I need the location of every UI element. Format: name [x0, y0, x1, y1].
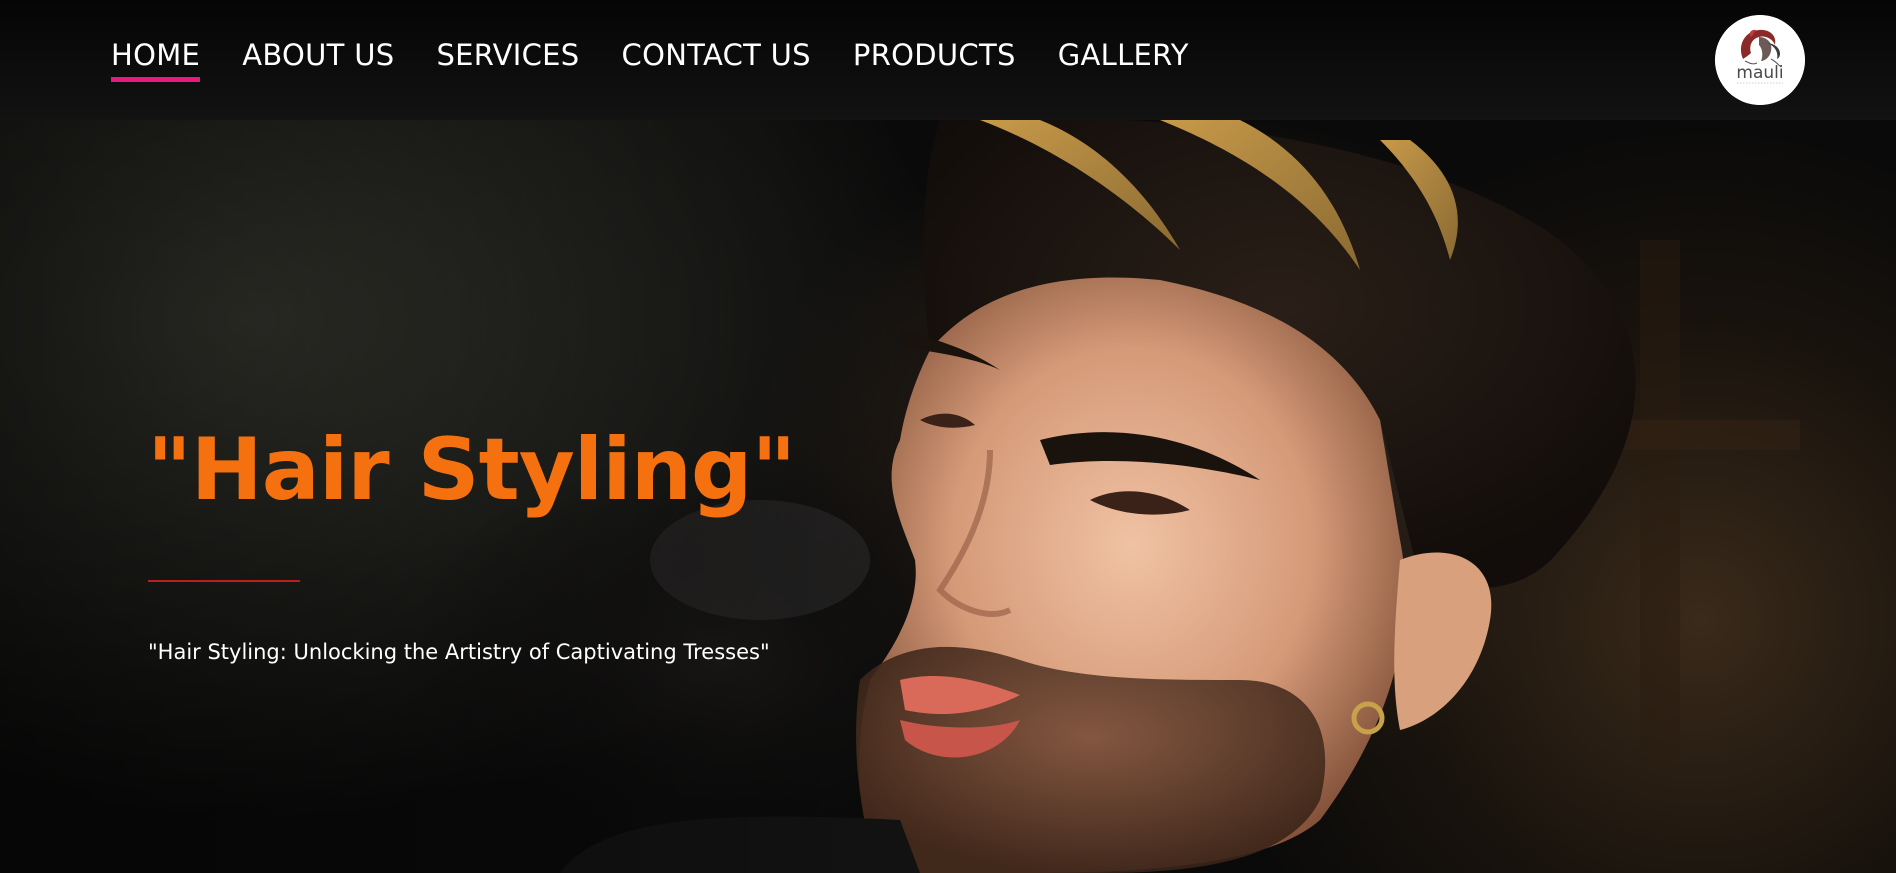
- hero-subtitle: "Hair Styling: Unlocking the Artistry of…: [148, 640, 770, 664]
- hero-title: "Hair Styling": [147, 420, 796, 520]
- hero-section: "Hair Styling" "Hair Styling: Unlocking …: [0, 120, 1896, 873]
- brand-logo[interactable]: mauli: [1715, 15, 1805, 105]
- top-navbar: HOME ABOUT US SERVICES CONTACT US PRODUC…: [0, 0, 1896, 120]
- nav-item-products[interactable]: PRODUCTS: [853, 38, 1016, 82]
- salon-logo-icon: mauli: [1715, 15, 1805, 105]
- page: HOME ABOUT US SERVICES CONTACT US PRODUC…: [0, 0, 1896, 873]
- logo-text: mauli: [1736, 63, 1783, 83]
- nav-item-about-us[interactable]: ABOUT US: [242, 38, 394, 82]
- hero-divider: [148, 580, 300, 582]
- nav-item-contact-us[interactable]: CONTACT US: [622, 38, 811, 82]
- nav-item-services[interactable]: SERVICES: [436, 38, 579, 82]
- nav-item-home[interactable]: HOME: [111, 38, 201, 82]
- nav-item-gallery[interactable]: GALLERY: [1058, 38, 1189, 82]
- main-nav: HOME ABOUT US SERVICES CONTACT US PRODUC…: [111, 38, 1231, 82]
